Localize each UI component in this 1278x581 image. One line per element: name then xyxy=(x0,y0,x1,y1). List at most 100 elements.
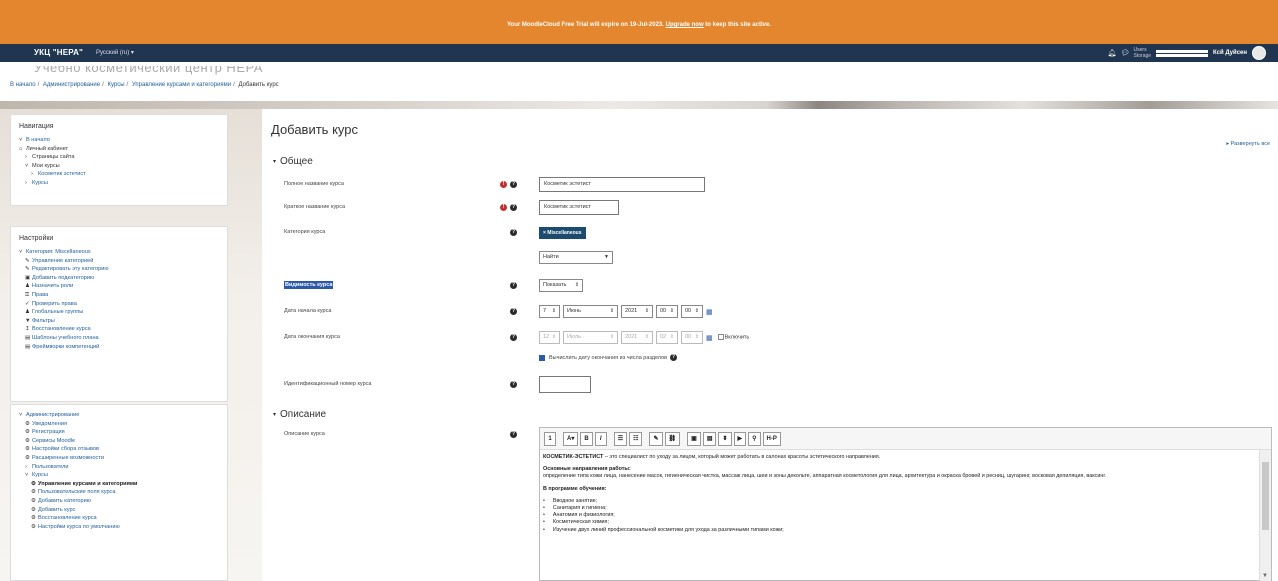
nav-item-courses[interactable]: › Курсы xyxy=(19,179,219,188)
idnumber-input[interactable] xyxy=(539,376,591,393)
start-minute-select[interactable]: 00 ⇕ xyxy=(681,305,703,318)
unlink-button[interactable]: ⛓ xyxy=(664,431,681,446)
breadcrumb-courses[interactable]: Курсы xyxy=(107,82,124,88)
settings-item-restore[interactable]: ↥ Восстановление курса xyxy=(19,325,219,334)
help-icon[interactable]: ? xyxy=(510,181,517,188)
required-icon: ! xyxy=(500,181,507,188)
language-menu[interactable]: Русский (ru) ▾ xyxy=(96,49,134,56)
admin-item-courses[interactable]: ˅ Курсы xyxy=(19,471,219,480)
help-icon[interactable]: ? xyxy=(510,334,517,341)
settings-item-competency-frameworks[interactable]: ▤ Фреймворки компетенций xyxy=(19,343,219,352)
admin-item-course-defaults[interactable]: ⚙ Настройки курса по умолчанию xyxy=(19,523,219,532)
settings-item-permissions[interactable]: ⚿ Права xyxy=(19,291,219,300)
editor-content[interactable]: КОСМЕТИК-ЭСТЕТИСТ – это специалист по ух… xyxy=(540,450,1271,534)
nav-item-my-courses[interactable]: ˅ Мои курсы xyxy=(19,162,219,171)
help-icon[interactable]: ? xyxy=(510,381,517,388)
category-selected-badge[interactable]: × Miscellaneous xyxy=(539,227,586,239)
caret-down-icon: ▾ xyxy=(273,158,277,165)
visibility-select[interactable]: Показать ⇕ xyxy=(539,279,583,292)
start-hour-select[interactable]: 00 ⇕ xyxy=(656,305,678,318)
admin-item-custom-fields[interactable]: ⚙ Пользовательские поля курса xyxy=(19,488,219,497)
list-item: Вводное занятие; xyxy=(543,498,1268,505)
category-search-select[interactable]: Найти ▼ xyxy=(539,251,613,264)
settings-item-cohorts[interactable]: ♟ Глобальные группы xyxy=(19,308,219,317)
scrollbar-thumb[interactable] xyxy=(1262,462,1269,530)
italic-button[interactable]: I xyxy=(594,431,607,446)
paragraph-style-button[interactable]: 1 xyxy=(544,431,556,446)
file-manager-button[interactable]: ⬍ xyxy=(718,431,732,446)
nav-item-course[interactable]: › Косметик эстетист xyxy=(19,170,219,179)
settings-item-check-permissions[interactable]: ✓ Проверить права xyxy=(19,300,219,309)
bullet-list-button[interactable]: ☰ xyxy=(613,431,628,446)
record-video-button[interactable]: ▶ xyxy=(733,431,747,446)
calendar-icon[interactable]: ▦ xyxy=(706,334,713,342)
font-size-button[interactable]: A▾ xyxy=(563,431,579,446)
help-icon[interactable]: ? xyxy=(510,308,517,315)
breadcrumb-home[interactable]: В начало xyxy=(10,82,36,88)
media-button[interactable]: ▤ xyxy=(702,431,717,446)
help-icon[interactable]: ? xyxy=(510,431,517,438)
admin-item-notifications[interactable]: ⚙ Уведомления xyxy=(19,420,219,429)
help-icon[interactable]: ? xyxy=(670,354,678,361)
start-month-select[interactable]: Июнь ⇕ xyxy=(563,305,618,318)
end-month-select[interactable]: Июль ⇕ xyxy=(563,331,618,344)
settings-item-plan-templates[interactable]: ▤ Шаблоны учебного плана xyxy=(19,334,219,343)
settings-item-add-subcategory[interactable]: ▣ Добавить подкатегорию xyxy=(19,274,219,283)
scroll-down-icon[interactable]: ▼ xyxy=(1262,573,1268,579)
trial-banner: Your MoodleCloud Free Trial will expire … xyxy=(0,0,1278,44)
end-year-select[interactable]: 2021 ⇕ xyxy=(621,331,653,344)
admin-item-restore-course[interactable]: ⚙ Восстановление курса xyxy=(19,514,219,523)
nav-item-dashboard[interactable]: ⌂ Личный кабинет xyxy=(19,145,219,154)
settings-item-filters[interactable]: ▼Фильтры xyxy=(19,317,219,326)
admin-item-moodle-services[interactable]: ⚙ Сервисы Moodle xyxy=(19,437,219,446)
chat-icon[interactable]: 💬︎ xyxy=(1121,49,1130,57)
admin-item-root[interactable]: ˅ Администрирование xyxy=(19,411,219,420)
end-minute-select[interactable]: 00 ⇕ xyxy=(681,331,703,344)
user-name[interactable]: Ксй Дуйсен xyxy=(1213,50,1247,56)
summary-editor[interactable]: 1 A▾ B I ☰ ☷ ✎ ⛓ ▣ ▤ ⬍ ▶ ⚲ H-P КОСМЕТИК-… xyxy=(539,427,1272,581)
settings-item-assign-roles[interactable]: ♟ Назначить роли xyxy=(19,282,219,291)
breadcrumb-admin[interactable]: Администрирование xyxy=(43,82,100,88)
settings-item-category[interactable]: ˅ Категория: Miscellaneous xyxy=(19,248,219,257)
expand-all-link[interactable]: ▸ Развернуть все xyxy=(1226,141,1270,147)
accessibility-button[interactable]: ⚲ xyxy=(748,431,761,446)
upgrade-link[interactable]: Upgrade now xyxy=(666,22,704,28)
section-general-header[interactable]: ▾ Общее xyxy=(273,156,313,167)
admin-item-manage-courses[interactable]: ⚙ Управление курсами и категориями xyxy=(19,480,219,489)
numbered-list-button[interactable]: ☷ xyxy=(629,431,643,446)
section-description-header[interactable]: ▾ Описание xyxy=(273,409,326,420)
end-hour-select[interactable]: 02 ⇕ xyxy=(656,331,678,344)
fullname-input[interactable]: Косметик эстетист xyxy=(539,177,705,192)
editor-scrollbar[interactable]: ▼ xyxy=(1259,450,1271,581)
nav-item-home[interactable]: ˅ В начало xyxy=(19,136,219,145)
admin-item-feedback[interactable]: ⚙ Настройки сбора отзывов xyxy=(19,445,219,454)
settings-item-edit-category[interactable]: ✎ Редактировать эту категорию xyxy=(19,265,219,274)
shortname-input[interactable]: Косметик эстетист xyxy=(539,200,619,215)
end-enable-checkbox[interactable]: Включить xyxy=(717,334,749,341)
help-icon[interactable]: ? xyxy=(510,282,517,289)
avatar[interactable] xyxy=(1252,46,1266,60)
admin-item-users[interactable]: › Пользователи xyxy=(19,463,219,472)
breadcrumb-manage[interactable]: Управление курсами и категориями xyxy=(132,82,231,88)
admin-item-advanced[interactable]: ⚙ Расширенные возможности xyxy=(19,454,219,463)
end-day-select[interactable]: 12 ⇕ xyxy=(539,331,560,344)
link-button[interactable]: ✎ xyxy=(649,431,663,446)
bell-icon[interactable]: 🔔︎ xyxy=(1108,49,1117,57)
admin-item-add-course[interactable]: ⚙ Добавить курс xyxy=(19,506,219,515)
help-icon[interactable]: ? xyxy=(510,229,517,236)
bold-button[interactable]: B xyxy=(580,431,593,446)
settings-item-manage-category[interactable]: ✎ Управление категорией xyxy=(19,257,219,266)
key-icon: ⚿ xyxy=(25,291,30,298)
h5p-button[interactable]: H-P xyxy=(762,431,781,446)
help-icon[interactable]: ? xyxy=(510,204,517,211)
start-year-select[interactable]: 2021 ⇕ xyxy=(621,305,653,318)
admin-item-registration[interactable]: ⚙ Регистрация xyxy=(19,428,219,437)
site-brand[interactable]: УКЦ "НЕРА" xyxy=(34,48,83,57)
calc-end-checkbox[interactable] xyxy=(539,354,545,361)
gear-icon: ⚙ xyxy=(31,497,37,504)
start-day-select[interactable]: 7 ⇕ xyxy=(539,305,560,318)
image-button[interactable]: ▣ xyxy=(687,431,701,446)
calendar-icon[interactable]: ▦ xyxy=(706,308,713,316)
admin-item-add-category[interactable]: ⚙ Добавить категорию xyxy=(19,497,219,506)
nav-item-site-pages[interactable]: › Страницы сайта xyxy=(19,153,219,162)
